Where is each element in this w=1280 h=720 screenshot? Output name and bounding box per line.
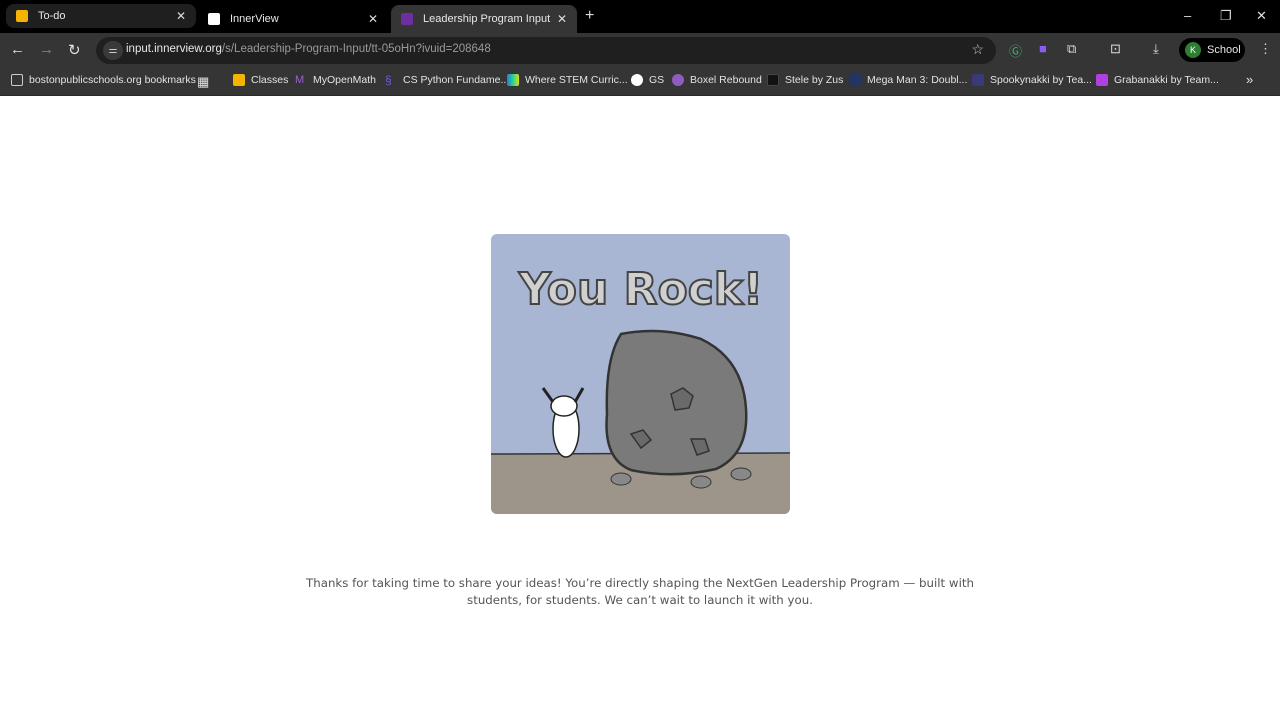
download-icon[interactable]: ⤓ — [1153, 41, 1159, 57]
extensions-puzzle-icon[interactable]: ⧉ — [1067, 41, 1076, 57]
bookmark-cs-python[interactable]: § CS Python Fundame... — [385, 74, 509, 86]
bookmarks-bar: bostonpublicschools.org bookmarks ▦ Clas… — [0, 67, 1280, 96]
stele-icon — [767, 74, 779, 86]
bookmark-grabanakki[interactable]: Grabanakki by Team... — [1096, 74, 1219, 86]
mega-man-icon — [849, 74, 861, 86]
grammarly-icon[interactable]: Ⓖ — [1009, 41, 1022, 60]
you-rock-image: You Rock! — [491, 234, 790, 514]
new-tab-button[interactable]: + — [585, 7, 594, 25]
innerview-icon — [401, 13, 413, 25]
minimize-button[interactable]: – — [1184, 8, 1191, 23]
extension-icon[interactable]: ■ — [1039, 41, 1047, 56]
bookmark-folder[interactable]: bostonpublicschools.org bookmarks — [11, 74, 196, 86]
browser-toolbar: ← → ↻ ⚌ input.innerview.org/s/Leadership… — [0, 33, 1280, 67]
bookmark-spookynakki[interactable]: Spookynakki by Tea... — [972, 74, 1092, 86]
close-tab-icon[interactable]: ✕ — [368, 12, 378, 26]
tab-strip: To-do ✕ InnerView ✕ Leadership Program Inp… — [0, 0, 1280, 33]
tab-title: To-do — [38, 10, 66, 22]
myopenmath-icon: M — [295, 74, 305, 86]
thank-you-message: Thanks for taking time to share your ide… — [306, 576, 974, 607]
bookmark-label: Stele by Zus — [785, 74, 844, 86]
bookmark-where-stem[interactable]: Where STEM Curric... — [507, 74, 628, 86]
boxel-icon — [672, 74, 684, 86]
tab-search-icon[interactable]: ⊡ — [1110, 41, 1121, 57]
bookmark-label: bostonpublicschools.org bookmarks — [29, 74, 196, 86]
bookmark-label: Where STEM Curric... — [525, 74, 628, 86]
bookmark-label: MyOpenMath — [313, 74, 377, 86]
spookynakki-icon — [972, 74, 984, 86]
profile-button[interactable]: K School — [1179, 38, 1245, 62]
back-button[interactable]: ← — [10, 41, 25, 58]
more-bookmarks-icon[interactable]: » — [1246, 72, 1253, 87]
tab-title: Leadership Program Input — [423, 13, 551, 25]
bookmark-boxel-rebound[interactable]: Boxel Rebound — [672, 74, 762, 86]
bookmark-label: Mega Man 3: Doubl... — [867, 74, 968, 86]
classroom-icon — [16, 10, 28, 22]
close-tab-icon[interactable]: ✕ — [176, 9, 186, 23]
innerview-icon — [208, 13, 220, 25]
bookmark-label: Grabanakki by Team... — [1114, 74, 1219, 86]
classroom-icon — [233, 74, 245, 86]
globe-icon — [631, 74, 643, 86]
url-host: input.innerview.org — [126, 43, 222, 55]
bookmark-mega-man[interactable]: Mega Man 3: Doubl... — [849, 74, 967, 86]
bookmark-label: Spookynakki by Tea... — [990, 74, 1092, 86]
grabanakki-icon — [1096, 74, 1108, 86]
image-title: You Rock! — [518, 264, 763, 315]
tab-todo[interactable]: To-do ✕ — [6, 4, 196, 28]
close-window-button[interactable]: ✕ — [1256, 8, 1267, 24]
tab-title: InnerView — [230, 13, 279, 25]
forward-button[interactable]: → — [39, 41, 54, 58]
bookmark-myopenmath[interactable]: M MyOpenMath — [295, 74, 376, 86]
bookmark-label: CS Python Fundame... — [403, 74, 510, 86]
avatar: K — [1185, 42, 1201, 58]
cs-python-icon: § — [385, 73, 392, 87]
bookmark-stele[interactable]: Stele by Zus — [767, 74, 843, 86]
address-bar[interactable]: ⚌ input.innerview.org/s/Leadership-Progr… — [96, 37, 996, 64]
page-content: You Rock! Thanks for taking time to shar… — [0, 96, 1280, 720]
close-tab-icon[interactable]: ✕ — [557, 12, 567, 26]
bookmark-label: Classes — [251, 74, 289, 86]
profile-name: School — [1207, 44, 1241, 56]
bookmark-label: Boxel Rebound — [690, 74, 762, 86]
site-info-icon[interactable]: ⚌ — [103, 41, 123, 60]
stem-icon — [507, 74, 519, 86]
bookmark-classes[interactable]: Classes — [233, 74, 288, 86]
tab-leadership-program-input[interactable]: Leadership Program Input ✕ — [391, 5, 577, 33]
folder-icon — [11, 74, 23, 86]
reload-button[interactable]: ↻ — [68, 41, 81, 59]
bookmark-label: GS — [649, 74, 665, 86]
url-text[interactable]: input.innerview.org/s/Leadership-Program… — [126, 43, 491, 55]
apps-grid-icon[interactable]: ▦ — [197, 74, 209, 90]
bookmark-star-icon[interactable]: ☆ — [971, 41, 984, 58]
tab-innerview[interactable]: InnerView ✕ — [198, 5, 388, 33]
menu-icon[interactable]: ⋮ — [1259, 41, 1272, 57]
restore-button[interactable]: ❐ — [1220, 8, 1232, 24]
url-path: /s/Leadership-Program-Input/tt-05oHn?ivu… — [221, 43, 491, 55]
bookmark-gs[interactable]: GS — [631, 74, 664, 86]
